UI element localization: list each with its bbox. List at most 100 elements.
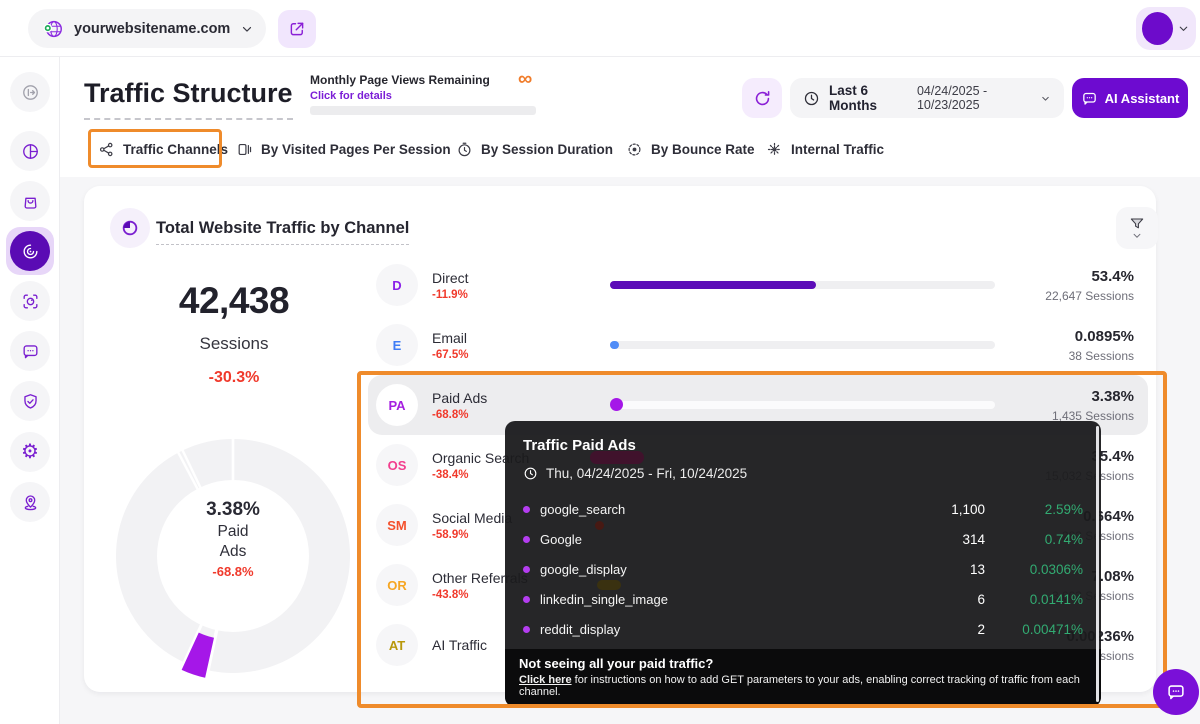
- sidebar-item-security[interactable]: [10, 381, 50, 421]
- date-range-value: 04/24/2025 - 10/23/2025: [917, 84, 1031, 112]
- tooltip-footer: Not seeing all your paid traffic? Click …: [505, 649, 1101, 707]
- sidebar-item-settings[interactable]: ⚙: [10, 432, 50, 472]
- gear-icon: ⚙: [21, 442, 39, 462]
- sidebar-item-ecommerce[interactable]: [10, 181, 50, 221]
- funnel-icon: [1129, 217, 1145, 231]
- shield-check-icon: [21, 392, 40, 411]
- columns-icon: [236, 140, 253, 159]
- sidebar-item-tracking[interactable]: [10, 281, 50, 321]
- quota-progress-bar: [310, 106, 536, 115]
- paid-ads-tooltip: Traffic Paid Ads Thu, 04/24/2025 - Fri, …: [505, 421, 1101, 707]
- date-range-picker[interactable]: Last 6 Months 04/24/2025 - 10/23/2025: [790, 78, 1064, 118]
- total-sessions-change: -30.3%: [104, 369, 364, 387]
- open-website-button[interactable]: [278, 10, 316, 48]
- tooltip-row-google: Google3140.74%: [523, 524, 1083, 554]
- share-nodes-icon: [98, 140, 115, 159]
- channel-values: 0.0895%38 Sessions: [1069, 328, 1134, 363]
- channel-bar-track: [610, 281, 995, 289]
- bullet-icon: [523, 506, 530, 513]
- channel-badge: OS: [376, 444, 418, 486]
- tab-label: Internal Traffic: [791, 142, 884, 157]
- channel-row-email[interactable]: EEmail-67.5%0.0895%38 Sessions: [368, 315, 1148, 375]
- tab-by-visited-pages-per-session[interactable]: By Visited Pages Per Session: [236, 132, 451, 166]
- donut-change: -68.8%: [158, 564, 308, 581]
- bullet-icon: [523, 566, 530, 573]
- channel-values: 53.4%22,647 Sessions: [1045, 268, 1134, 303]
- tab-label: By Bounce Rate: [651, 142, 755, 157]
- tooltip-source-percent: 0.0141%: [997, 592, 1083, 607]
- bullet-icon: [523, 536, 530, 543]
- channel-bar: [610, 398, 623, 411]
- ai-assistant-button[interactable]: AI Assistant: [1072, 78, 1188, 118]
- tooltip-title: Traffic Paid Ads: [523, 437, 1083, 454]
- total-sessions-label: Sessions: [104, 334, 364, 354]
- tooltip-footer-text: Click here for instructions on how to ad…: [519, 674, 1087, 698]
- channel-badge: D: [376, 264, 418, 306]
- filter-button[interactable]: [1116, 207, 1158, 249]
- tooltip-row-linkedin-single-image: linkedin_single_image6 0.0141%: [523, 584, 1083, 614]
- channel-change: -68.8%: [432, 409, 584, 421]
- donut-percent: 3.38%: [158, 498, 308, 522]
- tab-traffic-channels[interactable]: Traffic Channels: [98, 132, 228, 166]
- tooltip-source-percent: 2.59%: [997, 502, 1083, 517]
- tooltip-row-google-display: google_display130.0306%: [523, 554, 1083, 584]
- tab-label: By Session Duration: [481, 142, 613, 157]
- chat-icon: [1081, 90, 1098, 107]
- channel-row-direct[interactable]: D Direct-11.9% 53.4%22,647 Sessions: [368, 255, 1148, 315]
- channel-percent: 53.4%: [1045, 268, 1134, 285]
- channel-info: Email-67.5%: [432, 330, 584, 361]
- sidebar: ⚙: [0, 57, 60, 724]
- bullet-icon: [523, 596, 530, 603]
- date-preset-label: Last 6 Months: [829, 83, 905, 113]
- target-icon: [626, 140, 643, 159]
- quota-label: Monthly Page Views Remaining: [310, 73, 490, 87]
- channel-name: Email: [432, 330, 584, 346]
- sidebar-item-feedback[interactable]: [10, 331, 50, 371]
- tooltip-source-value: 6: [835, 592, 985, 607]
- tooltip-date-range: Thu, 04/24/2025 - Fri, 10/24/2025: [546, 466, 747, 481]
- channel-info: Direct-11.9%: [432, 270, 584, 301]
- chevron-down-icon: [1177, 22, 1190, 35]
- tooltip-rows: google_search1,1002.59%Google3140.74%goo…: [523, 494, 1083, 644]
- quota-block: Monthly Page Views Remaining Click for d…: [310, 73, 490, 102]
- tab-by-bounce-rate[interactable]: By Bounce Rate: [626, 132, 755, 166]
- pie-chart-icon: [110, 208, 150, 248]
- map-pin-icon: [21, 493, 40, 512]
- tooltip-source-percent: 0.00471%: [997, 622, 1083, 637]
- quota-details-link[interactable]: Click for details: [310, 90, 490, 102]
- sidebar-item-analytics[interactable]: [10, 131, 50, 171]
- collapse-icon: [21, 83, 40, 102]
- channel-percent: 0.0895%: [1069, 328, 1134, 345]
- tab-by-session-duration[interactable]: By Session Duration: [456, 132, 613, 166]
- clock-icon: [523, 466, 538, 481]
- scan-icon: [21, 292, 40, 311]
- bullet-icon: [523, 626, 530, 633]
- stopwatch-icon: [456, 140, 473, 159]
- sidebar-item-collapse[interactable]: [10, 72, 50, 112]
- donut-line1: Paid: [158, 522, 308, 542]
- card-title: Total Website Traffic by Channel: [156, 219, 409, 245]
- tooltip-source-value: 2: [835, 622, 985, 637]
- website-selector[interactable]: yourwebsitename.com: [28, 9, 266, 48]
- tooltip-source-name: google_display: [540, 562, 835, 577]
- tooltip-source-value: 1,100: [835, 502, 985, 517]
- user-menu[interactable]: [1136, 7, 1196, 50]
- chat-fab-button[interactable]: [1153, 669, 1199, 715]
- tooltip-source-value: 314: [835, 532, 985, 547]
- channel-name: Paid Ads: [432, 390, 584, 406]
- channel-badge: SM: [376, 504, 418, 546]
- refresh-button[interactable]: [742, 78, 782, 118]
- tooltip-source-name: linkedin_single_image: [540, 592, 835, 607]
- tooltip-scrollbar[interactable]: [1096, 426, 1099, 702]
- tab-internal-traffic[interactable]: Internal Traffic: [766, 132, 884, 166]
- tooltip-footer-rest: for instructions on how to add GET param…: [519, 674, 1080, 698]
- tooltip-source-name: Google: [540, 532, 835, 547]
- sidebar-item-traffic[interactable]: [6, 227, 54, 275]
- sidebar-item-location[interactable]: [10, 482, 50, 522]
- channel-badge: PA: [376, 384, 418, 426]
- tooltip-source-value: 13: [835, 562, 985, 577]
- tooltip-row-google-search: google_search1,1002.59%: [523, 494, 1083, 524]
- tab-label: By Visited Pages Per Session: [261, 142, 451, 157]
- click-here-link[interactable]: Click here: [519, 674, 572, 686]
- globe-icon: [42, 18, 64, 40]
